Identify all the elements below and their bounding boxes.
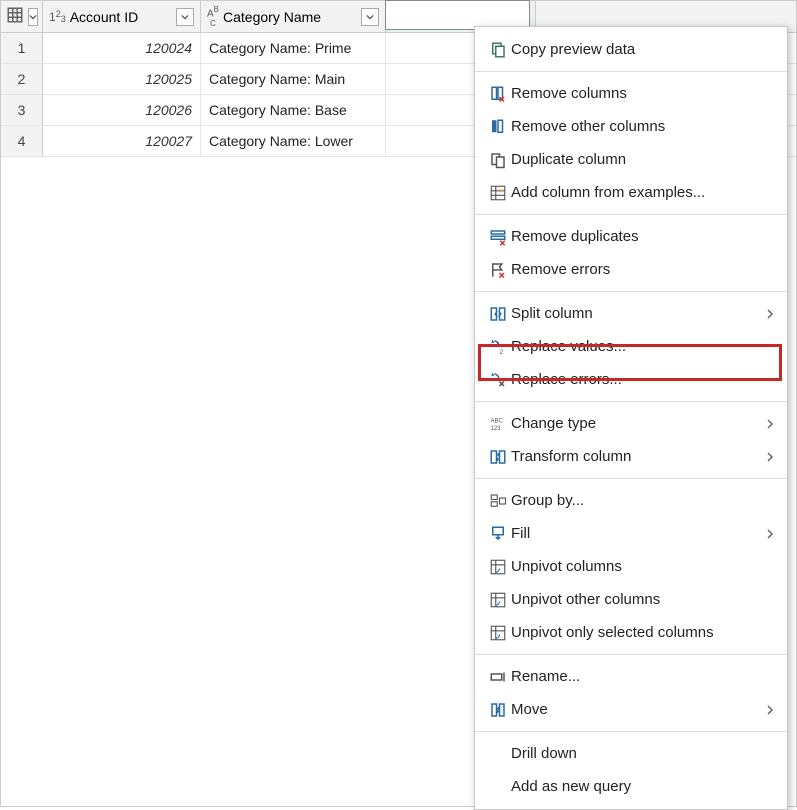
menu-separator: [475, 478, 787, 479]
menu-transform-column[interactable]: Transform column: [475, 440, 787, 473]
text-type-icon: ABC: [207, 5, 219, 27]
remove-columns-icon: [485, 85, 511, 103]
menu-split-column[interactable]: Split column: [475, 297, 787, 330]
menu-remove-columns[interactable]: Remove columns: [475, 77, 787, 110]
remove-duplicates-icon: [485, 228, 511, 246]
menu-add-as-new-query[interactable]: Add as new query: [475, 770, 787, 803]
menu-drill-down[interactable]: Drill down: [475, 737, 787, 770]
submenu-arrow-icon: [765, 702, 775, 718]
cell-category-name[interactable]: Category Name: Prime: [201, 33, 386, 63]
column-name: Account ID: [70, 9, 172, 25]
group-by-icon: [485, 492, 511, 510]
menu-unpivot-columns[interactable]: Unpivot columns: [475, 550, 787, 583]
menu-add-column-examples[interactable]: Add column from examples...: [475, 176, 787, 209]
cell-account-id[interactable]: 120025: [43, 64, 201, 94]
menu-fill[interactable]: Fill: [475, 517, 787, 550]
menu-remove-other-columns[interactable]: Remove other columns: [475, 110, 787, 143]
menu-replace-values[interactable]: Replace values...: [475, 330, 787, 363]
change-type-icon: [485, 415, 511, 433]
column-filter-button[interactable]: [361, 8, 379, 26]
menu-separator: [475, 291, 787, 292]
menu-group-by[interactable]: Group by...: [475, 484, 787, 517]
add-column-examples-icon: [485, 184, 511, 202]
number-type-icon: 123: [49, 10, 66, 24]
unpivot-icon: [485, 558, 511, 576]
unpivot-selected-icon: [485, 624, 511, 642]
unpivot-other-icon: [485, 591, 511, 609]
column-header-category-name[interactable]: ABC Category Name: [201, 1, 386, 32]
replace-values-icon: [485, 338, 511, 356]
cell-account-id[interactable]: 120024: [43, 33, 201, 63]
copy-icon: [485, 41, 511, 59]
menu-remove-duplicates[interactable]: Remove duplicates: [475, 220, 787, 253]
menu-unpivot-selected-columns[interactable]: Unpivot only selected columns: [475, 616, 787, 649]
menu-remove-errors[interactable]: Remove errors: [475, 253, 787, 286]
menu-unpivot-other-columns[interactable]: Unpivot other columns: [475, 583, 787, 616]
cell-account-id[interactable]: 120027: [43, 126, 201, 156]
remove-errors-icon: [485, 261, 511, 279]
column-name: Category Name: [223, 9, 357, 25]
menu-copy-preview[interactable]: Copy preview data: [475, 33, 787, 66]
cell-account-id[interactable]: 120026: [43, 95, 201, 125]
submenu-arrow-icon: [765, 416, 775, 432]
row-number[interactable]: 3: [1, 95, 43, 125]
menu-separator: [475, 654, 787, 655]
fill-icon: [485, 525, 511, 543]
table-icon: [6, 6, 24, 27]
menu-separator: [475, 214, 787, 215]
menu-separator: [475, 71, 787, 72]
cell-category-name[interactable]: Category Name: Base: [201, 95, 386, 125]
cell-category-name[interactable]: Category Name: Main: [201, 64, 386, 94]
duplicate-icon: [485, 151, 511, 169]
menu-move[interactable]: Move: [475, 693, 787, 726]
row-number[interactable]: 4: [1, 126, 43, 156]
row-number[interactable]: 1: [1, 33, 43, 63]
cell-category-name[interactable]: Category Name: Lower: [201, 126, 386, 156]
menu-change-type[interactable]: Change type: [475, 407, 787, 440]
replace-errors-icon: [485, 371, 511, 389]
move-icon: [485, 701, 511, 719]
menu-replace-errors[interactable]: Replace errors...: [475, 363, 787, 396]
submenu-arrow-icon: [765, 449, 775, 465]
menu-duplicate-column[interactable]: Duplicate column: [475, 143, 787, 176]
menu-separator: [475, 731, 787, 732]
table-menu-button[interactable]: [28, 8, 38, 26]
row-number[interactable]: 2: [1, 64, 43, 94]
column-context-menu: Copy preview data Remove columns Remove …: [474, 26, 788, 810]
menu-rename[interactable]: Rename...: [475, 660, 787, 693]
column-filter-button[interactable]: [176, 8, 194, 26]
remove-other-columns-icon: [485, 118, 511, 136]
submenu-arrow-icon: [765, 526, 775, 542]
column-header-account-id[interactable]: 123 Account ID: [43, 1, 201, 32]
submenu-arrow-icon: [765, 306, 775, 322]
rename-icon: [485, 668, 511, 686]
split-column-icon: [485, 305, 511, 323]
table-corner[interactable]: [1, 1, 43, 32]
menu-separator: [475, 401, 787, 402]
transform-column-icon: [485, 448, 511, 466]
